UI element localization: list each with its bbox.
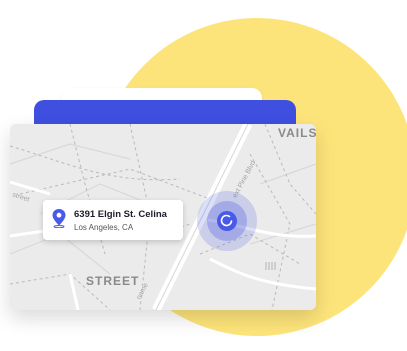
- map-area-label-bottom: STREET: [86, 274, 140, 288]
- map-area-label-top: VAILS: [278, 126, 316, 140]
- location-pin-icon: [52, 209, 66, 228]
- current-location-icon[interactable]: [196, 190, 258, 252]
- address-title: 6391 Elgin St. Celina: [74, 209, 167, 220]
- location-info-card[interactable]: 6391 Elgin St. Celina Los Angeles, CA: [43, 200, 183, 240]
- address-city: Los Angeles, CA: [74, 223, 134, 232]
